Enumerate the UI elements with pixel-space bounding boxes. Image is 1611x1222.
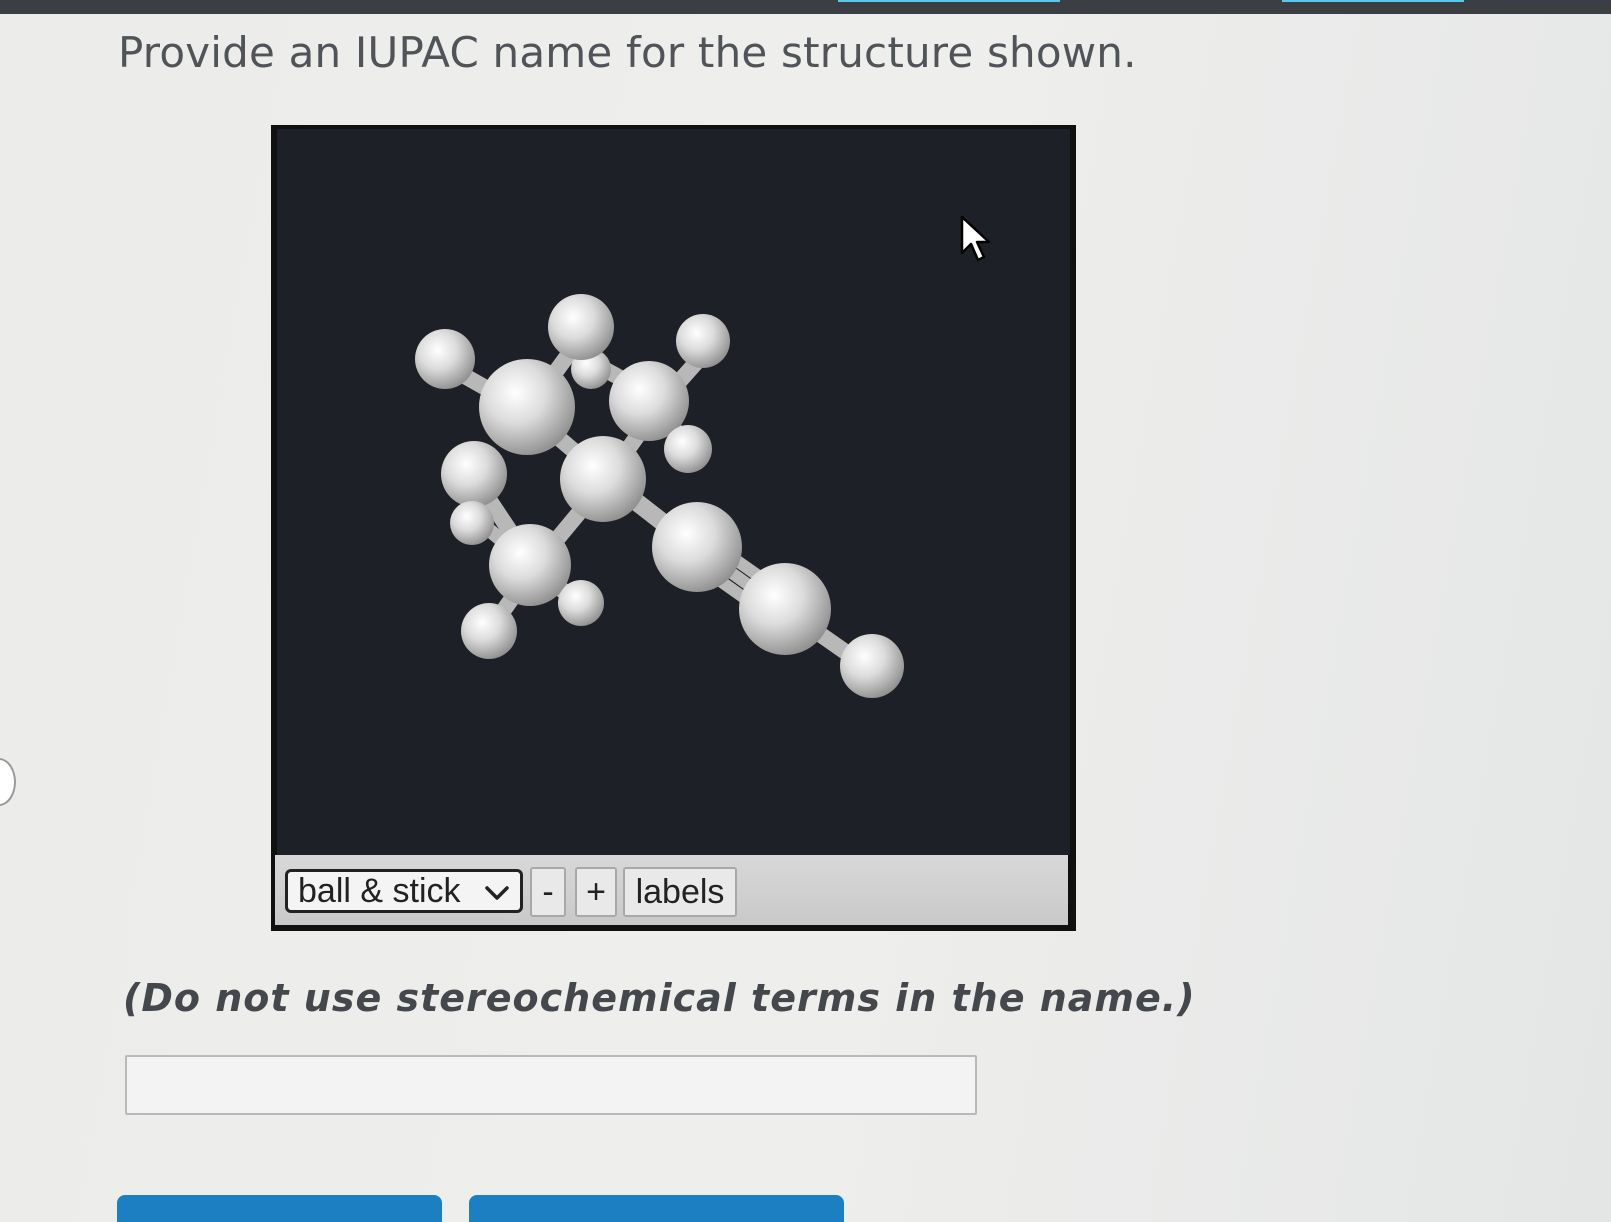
carbon-atom bbox=[560, 436, 646, 522]
molecule-model[interactable] bbox=[277, 129, 1070, 855]
hydrogen-atom bbox=[558, 580, 604, 626]
carbon-atom bbox=[739, 563, 831, 655]
question-prompt: Provide an IUPAC name for the structure … bbox=[118, 28, 1137, 77]
hydrogen-atom bbox=[664, 425, 712, 473]
hydrogen-atom bbox=[450, 501, 494, 545]
hydrogen-atom bbox=[461, 603, 517, 659]
hydrogen-atom bbox=[840, 634, 904, 698]
carbon-atom bbox=[489, 524, 571, 606]
review-topics-link[interactable] bbox=[838, 0, 1060, 8]
try-another-version-button[interactable] bbox=[469, 1195, 844, 1222]
references-link[interactable] bbox=[1282, 0, 1464, 8]
labels-button[interactable]: labels bbox=[623, 867, 737, 917]
carbon-atom bbox=[479, 359, 575, 455]
side-tab-handle[interactable] bbox=[0, 758, 16, 806]
page: Provide an IUPAC name for the structure … bbox=[0, 0, 1611, 1222]
top-bar bbox=[0, 0, 1611, 14]
carbon-atom bbox=[652, 502, 742, 592]
zoom-in-button[interactable]: + bbox=[575, 867, 617, 917]
submit-answer-button[interactable] bbox=[117, 1195, 442, 1222]
display-mode-value: ball & stick bbox=[298, 872, 461, 910]
molecule-canvas[interactable] bbox=[277, 129, 1070, 855]
hydrogen-atom bbox=[415, 329, 475, 389]
chevron-down-icon bbox=[484, 874, 510, 920]
instruction-hint: (Do not use stereochemical terms in the … bbox=[123, 976, 1196, 1020]
hydrogen-atom bbox=[548, 294, 614, 360]
mouse-cursor-icon bbox=[960, 215, 992, 263]
answer-input[interactable] bbox=[125, 1055, 977, 1115]
viewer-toolbar: ball & stick - + labels bbox=[275, 855, 1068, 925]
display-mode-select[interactable]: ball & stick bbox=[285, 869, 523, 913]
hydrogen-atom bbox=[441, 441, 507, 507]
zoom-out-button[interactable]: - bbox=[530, 867, 566, 917]
molecule-viewer: ball & stick - + labels bbox=[271, 125, 1076, 931]
hydrogen-atom bbox=[676, 314, 730, 368]
